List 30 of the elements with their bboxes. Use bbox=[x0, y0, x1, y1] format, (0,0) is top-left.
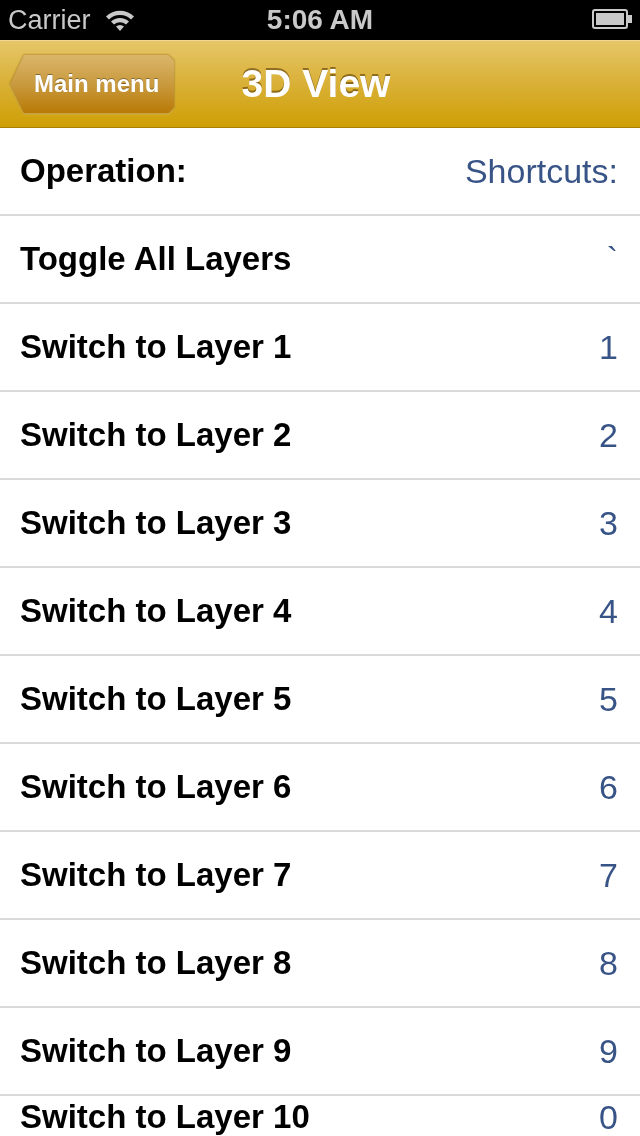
shortcut-key: 7 bbox=[599, 856, 618, 894]
shortcut-key: 6 bbox=[599, 768, 618, 806]
shortcut-key: 2 bbox=[599, 416, 618, 454]
operation-header: Operation: bbox=[20, 152, 187, 190]
operation-name: Switch to Layer 4 bbox=[20, 592, 292, 630]
shortcut-key: 5 bbox=[599, 680, 618, 718]
operation-name: Switch to Layer 5 bbox=[20, 680, 292, 718]
clock-time: 5:06 AM bbox=[266, 4, 374, 36]
operation-name: Switch to Layer 2 bbox=[20, 416, 292, 454]
back-button[interactable]: Main menu bbox=[10, 55, 175, 113]
shortcut-key: 9 bbox=[599, 1032, 618, 1070]
shortcut-key: ` bbox=[606, 240, 618, 278]
battery-icon bbox=[592, 9, 632, 29]
operation-name: Toggle All Layers bbox=[20, 240, 292, 278]
operation-name: Switch to Layer 8 bbox=[20, 944, 292, 982]
shortcut-key: 3 bbox=[599, 504, 618, 542]
operation-name: Switch to Layer 7 bbox=[20, 856, 292, 894]
operation-name: Switch to Layer 3 bbox=[20, 504, 292, 542]
shortcuts-header: Shortcuts: bbox=[464, 152, 618, 190]
carrier-name: Carrier bbox=[8, 5, 91, 35]
operation-name: Switch to Layer 9 bbox=[20, 1032, 292, 1070]
shortcut-key: 4 bbox=[599, 592, 618, 630]
operation-name: Switch to Layer 1 bbox=[20, 328, 292, 366]
shortcut-key: 0 bbox=[599, 1098, 618, 1136]
shortcut-key: 1 bbox=[599, 328, 618, 366]
operation-name: Switch to Layer 6 bbox=[20, 768, 292, 806]
screen-title: 3D View bbox=[241, 62, 391, 106]
shortcut-key: 8 bbox=[599, 944, 618, 982]
operation-name: Switch to Layer 10 bbox=[20, 1098, 310, 1136]
wifi-icon bbox=[104, 9, 135, 31]
